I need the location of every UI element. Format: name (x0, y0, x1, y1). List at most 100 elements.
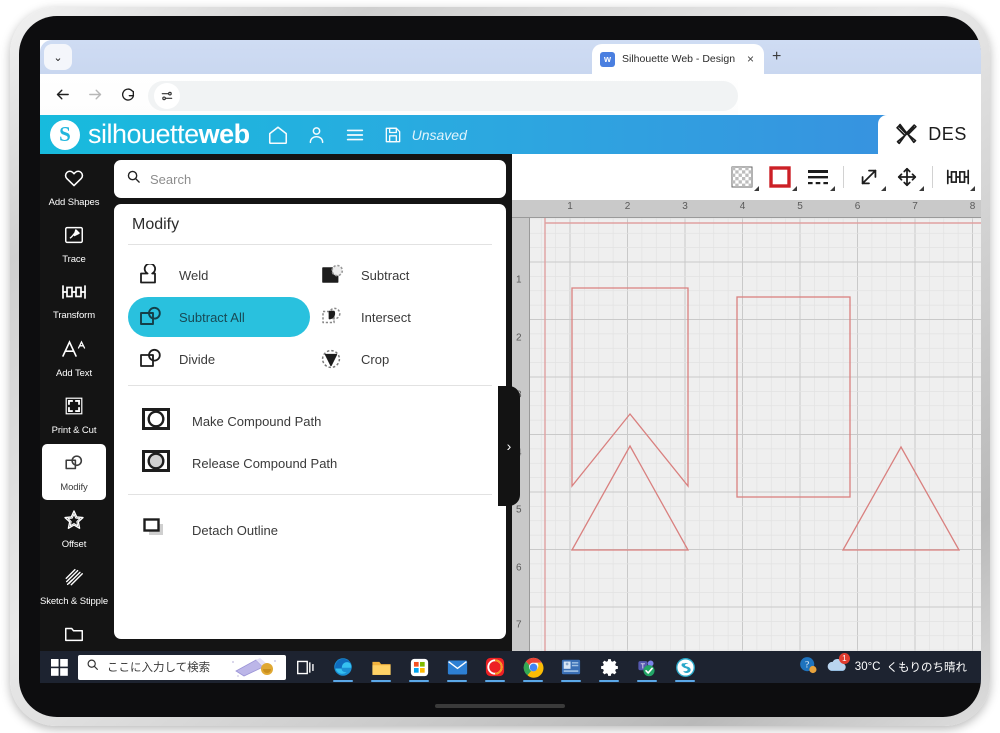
settings-gear-icon[interactable] (590, 651, 628, 683)
detach-outline-item[interactable]: Detach Outline (142, 509, 492, 551)
modify-op-label: Divide (179, 351, 216, 367)
sidebar-item-add-shapes[interactable]: Add Shapes (42, 159, 106, 215)
ruler-v-tick: 7 (516, 619, 522, 631)
fill-color-button[interactable] (723, 160, 761, 194)
microsoft-store-icon[interactable] (400, 651, 438, 683)
teams-icon[interactable]: T (628, 651, 666, 683)
ruler-h-tick: 1 (567, 201, 573, 212)
taskbar-search-input[interactable]: ここに入力して検索 (78, 654, 286, 680)
line-color-button[interactable] (761, 160, 799, 194)
site-settings-icon[interactable] (154, 83, 180, 109)
reload-button[interactable] (114, 81, 142, 109)
tab-search-caret-icon[interactable]: ⌄ (44, 44, 72, 70)
task-view-icon[interactable] (286, 651, 324, 683)
rectangle-plain[interactable] (736, 296, 851, 498)
dropdown-caret-icon (792, 186, 797, 191)
sidebar-item-label: Transform (52, 309, 96, 321)
new-tab-button[interactable]: + (772, 49, 781, 65)
search-placeholder: Search (150, 171, 192, 187)
modify-op-subtract[interactable]: Subtract (310, 255, 492, 295)
modify-op-crop[interactable]: Crop (310, 339, 492, 379)
wordmark-light: silhouette (88, 119, 199, 149)
modify-op-label: Intersect (361, 309, 411, 325)
file-explorer-icon[interactable] (362, 651, 400, 683)
tool-rail: Add Shapes Trace Transform Add Text Prin… (40, 154, 109, 664)
intersect-icon (320, 305, 348, 329)
red-square-outline-icon (769, 166, 791, 188)
save-icon[interactable] (383, 125, 403, 145)
photos-icon[interactable] (552, 651, 590, 683)
checkered-fill-icon (731, 166, 753, 188)
help-question-icon[interactable]: ? (799, 656, 817, 679)
sidebar-item-print-and-cut[interactable]: Print & Cut (42, 387, 106, 443)
weather-widget[interactable]: 1 30°C くもりのち晴れ (825, 652, 967, 679)
modify-op-label: Subtract All (179, 309, 245, 325)
triangle-small-left[interactable] (570, 444, 690, 551)
weather-badge: 1 (838, 652, 850, 664)
creative-cloud-icon[interactable] (476, 651, 514, 683)
line-scale-button[interactable] (850, 160, 888, 194)
ruler-h-tick: 7 (912, 201, 918, 212)
edge-browser-icon[interactable] (324, 651, 362, 683)
four-way-arrow-icon (897, 167, 917, 187)
modify-op-weld[interactable]: Weld (128, 255, 310, 295)
tab-close-icon[interactable]: × (745, 52, 756, 66)
tab-favicon-icon: w (600, 51, 615, 67)
release-compound-path-item[interactable]: Release Compound Path (142, 442, 492, 484)
rectangle-with-triangle-notch[interactable] (571, 287, 689, 488)
toolbar-separator (843, 166, 844, 188)
divide-icon (138, 347, 166, 371)
windows-start-icon[interactable] (40, 651, 78, 683)
sidebar-item-add-text[interactable]: Add Text (42, 330, 106, 386)
line-style-icon (808, 170, 828, 185)
sidebar-item-modify[interactable]: Modify (42, 444, 106, 500)
chrome-browser-icon[interactable] (514, 651, 552, 683)
ink-workspace-icon[interactable] (230, 657, 278, 680)
sidebar-item-label: Trace (62, 253, 86, 265)
sidebar-item-transform[interactable]: Transform (42, 273, 106, 329)
transform-button[interactable] (939, 160, 977, 194)
modify-op-subtract-all[interactable]: Subtract All (128, 297, 310, 337)
mail-icon[interactable] (438, 651, 476, 683)
document-status: Unsaved (411, 126, 467, 143)
modify-panel: Modify Weld Subtract Subtract All Inters… (114, 204, 506, 639)
modify-op-label: Crop (361, 351, 390, 367)
modify-operations-grid: Weld Subtract Subtract All Intersect Div… (114, 245, 506, 385)
back-button[interactable] (48, 81, 76, 109)
home-icon[interactable] (267, 124, 289, 146)
dropdown-caret-icon (881, 186, 886, 191)
print-and-cut-icon (62, 395, 86, 422)
sidebar-item-offset[interactable]: Offset (42, 501, 106, 557)
make-compound-path-item[interactable]: Make Compound Path (142, 400, 492, 442)
address-bar[interactable] (148, 81, 738, 111)
sidebar-item-trace[interactable]: Trace (42, 216, 106, 272)
account-icon[interactable] (306, 124, 327, 145)
design-scissors-icon (896, 123, 917, 145)
tablet-screen: ⌄ w Silhouette Web - Design × + S silhou… (40, 40, 981, 683)
modify-op-divide[interactable]: Divide (128, 339, 310, 379)
search-input[interactable]: Search (114, 160, 506, 198)
dropdown-caret-icon (970, 186, 975, 191)
design-canvas[interactable] (530, 218, 981, 651)
search-icon (86, 658, 99, 676)
browser-tab-active[interactable]: w Silhouette Web - Design × (592, 44, 764, 74)
search-icon (126, 169, 141, 189)
silhouette-app-icon[interactable] (666, 651, 704, 683)
sidebar-item-sketch-and-stipple[interactable]: Sketch & Stipple (40, 558, 109, 614)
design-mode-tab[interactable]: DES (878, 115, 981, 154)
detach-outline-label: Detach Outline (192, 522, 278, 538)
windows-taskbar: ここに入力して検索 T ? 1 30°C くもりのち晴れ (40, 651, 981, 683)
move-tool-button[interactable] (888, 160, 926, 194)
ruler-h-tick: 5 (797, 201, 803, 212)
line-style-button[interactable] (799, 160, 837, 194)
forward-button[interactable] (81, 81, 109, 109)
sidebar-item-label: Sketch & Stipple (40, 595, 109, 607)
canvas-shapes[interactable] (530, 218, 981, 651)
hamburger-menu-icon[interactable] (344, 124, 366, 146)
panel-collapse-handle[interactable]: › (498, 386, 520, 506)
compound-path-label: Make Compound Path (192, 413, 322, 429)
canvas-area: 1 2 3 4 5 6 7 8 1 2 3 4 5 6 7 8 (512, 154, 981, 683)
triangle-right[interactable] (841, 445, 961, 551)
brand-wordmark: silhouetteweb (88, 121, 250, 148)
modify-op-intersect[interactable]: Intersect (310, 297, 492, 337)
